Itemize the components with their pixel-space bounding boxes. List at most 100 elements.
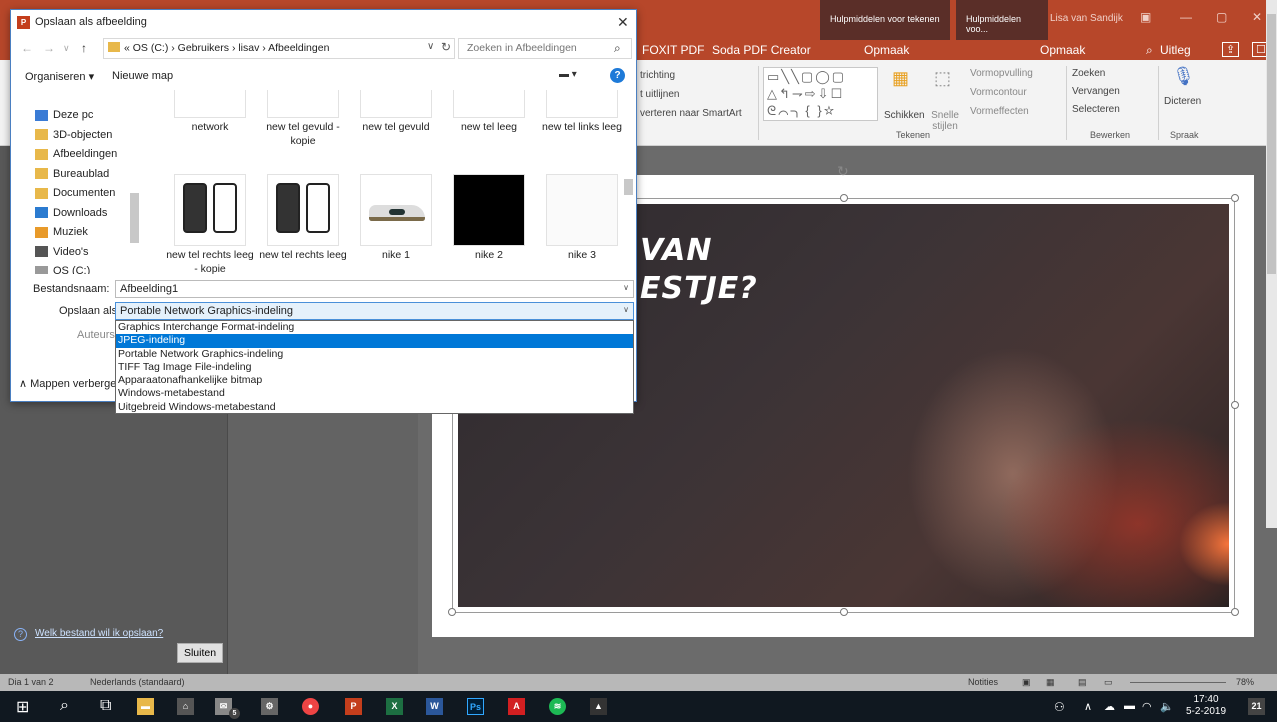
- context-tab-picture-tools[interactable]: Hulpmiddelen voo...: [956, 0, 1048, 40]
- arrange-button[interactable]: Schikken: [884, 110, 925, 121]
- notes-button[interactable]: Notities: [968, 677, 998, 687]
- normal-view-icon[interactable]: ▣: [1022, 677, 1031, 688]
- clock[interactable]: 17:40 5-2-2019: [1186, 694, 1226, 718]
- sorter-view-icon[interactable]: ▦: [1046, 677, 1055, 688]
- address-bar[interactable]: « OS (C:) › Gebruikers › lisav › Afbeeld…: [103, 38, 455, 59]
- file-item[interactable]: nike 3: [536, 174, 628, 262]
- onedrive-icon[interactable]: ☁: [1104, 700, 1115, 713]
- share-icon[interactable]: ⇪: [1222, 42, 1240, 57]
- resize-handle-bottom[interactable]: [840, 608, 848, 616]
- file-item[interactable]: new tel rechts leeg - kopie: [164, 174, 256, 274]
- navigation-scrollbar[interactable]: [128, 90, 140, 274]
- help-link[interactable]: Welk bestand wil ik opslaan?: [35, 628, 163, 639]
- file-item[interactable]: nike 2: [443, 174, 535, 262]
- language-indicator[interactable]: Nederlands (standaard): [90, 677, 185, 687]
- nav-item[interactable]: OS (C:): [35, 265, 90, 274]
- nav-item[interactable]: 3D-objecten: [35, 129, 112, 141]
- file-list[interactable]: network new tel gevuld - kopie new tel gev…: [146, 90, 636, 274]
- minimize-button[interactable]: —: [1180, 10, 1192, 24]
- tab-format-drawing[interactable]: Opmaak: [864, 43, 909, 57]
- filetype-dropdown-list[interactable]: Graphics Interchange Format-indeling JPEG…: [115, 320, 634, 414]
- people-icon[interactable]: ⚇: [1054, 700, 1065, 714]
- chevron-down-icon[interactable]: ∨: [427, 41, 434, 52]
- nav-item[interactable]: Muziek: [35, 226, 88, 238]
- align-text-button[interactable]: t uitlijnen: [640, 89, 679, 100]
- refresh-icon[interactable]: ↻: [441, 40, 451, 54]
- search-icon[interactable]: ⌕: [60, 697, 69, 715]
- photoshop-icon[interactable]: Ps: [467, 698, 484, 715]
- windows-start-icon[interactable]: ⊞: [16, 697, 29, 717]
- search-icon[interactable]: ⌕: [614, 41, 621, 56]
- select-button[interactable]: Selecteren: [1072, 104, 1120, 115]
- file-item[interactable]: new tel gevuld: [350, 90, 442, 134]
- nav-item[interactable]: Deze pc: [35, 109, 93, 121]
- quick-styles-button[interactable]: Snelle stijlen: [928, 110, 962, 132]
- notifications-icon[interactable]: 21: [1248, 698, 1265, 715]
- file-item[interactable]: nike 1: [350, 174, 442, 262]
- close-button[interactable]: Sluiten: [177, 643, 223, 663]
- filetype-option[interactable]: JPEG-indeling: [116, 334, 633, 348]
- view-options-icon[interactable]: ▬ ▾: [559, 69, 577, 80]
- filetype-option[interactable]: Graphics Interchange Format-indeling: [116, 321, 633, 334]
- word-icon[interactable]: W: [426, 698, 443, 715]
- file-list-scrollbar-thumb[interactable]: [624, 179, 633, 195]
- acrobat-icon[interactable]: A: [508, 698, 525, 715]
- tab-foxit-pdf[interactable]: FOXIT PDF: [642, 43, 704, 57]
- navigation-pane[interactable]: Deze pc 3D-objecten Afbeeldingen Bureaublad…: [11, 90, 143, 274]
- tray-expand-icon[interactable]: ∧: [1084, 700, 1092, 713]
- tab-format-picture[interactable]: Opmaak: [1040, 43, 1085, 57]
- filetype-option[interactable]: Apparaatonafhankelijke bitmap: [116, 374, 633, 387]
- filetype-option[interactable]: Windows-metabestand: [116, 387, 633, 400]
- zoom-slider[interactable]: [1130, 682, 1226, 683]
- dialog-close-icon[interactable]: ✕: [617, 14, 629, 31]
- close-window-button[interactable]: ✕: [1252, 10, 1262, 24]
- nav-item[interactable]: Bureaublad: [35, 168, 109, 180]
- context-tab-drawing-tools[interactable]: Hulpmiddelen voor tekenen: [820, 0, 950, 40]
- shapes-gallery[interactable]: ▭╲╲▢◯▢ △↰⇁⇨⇩☐ ᘓ⌒╮{ }☆: [763, 67, 878, 121]
- forward-arrow-icon[interactable]: →: [43, 41, 55, 55]
- shape-effects-button[interactable]: Vormeffecten: [970, 106, 1029, 117]
- slideshow-view-icon[interactable]: ▭: [1104, 677, 1113, 688]
- ribbon-display-icon[interactable]: ▣: [1140, 10, 1151, 24]
- file-item[interactable]: new tel rechts leeg: [257, 174, 349, 262]
- nav-item[interactable]: Downloads: [35, 207, 107, 219]
- spotify-icon[interactable]: ≋: [549, 698, 566, 715]
- reading-view-icon[interactable]: ▤: [1078, 677, 1087, 688]
- chrome-icon[interactable]: ●: [302, 698, 319, 715]
- powerpoint-icon[interactable]: P: [345, 698, 362, 715]
- new-folder-button[interactable]: Nieuwe map: [112, 70, 173, 82]
- chevron-down-icon[interactable]: ∨: [623, 305, 629, 314]
- resize-handle-top[interactable]: [840, 194, 848, 202]
- file-explorer-icon[interactable]: ▬: [137, 698, 154, 715]
- task-view-icon[interactable]: ⧉: [100, 697, 111, 715]
- store-icon[interactable]: ⌂: [177, 698, 194, 715]
- filetype-select[interactable]: Portable Network Graphics-indeling ∨: [115, 302, 634, 320]
- maximize-button[interactable]: ▢: [1216, 10, 1227, 24]
- organize-button[interactable]: Organiseren ▾: [25, 70, 94, 83]
- filetype-option[interactable]: TIFF Tag Image File-indeling: [116, 361, 633, 374]
- shape-outline-button[interactable]: Vormcontour: [970, 87, 1027, 98]
- resize-handle-bottom-left[interactable]: [448, 608, 456, 616]
- filetype-option[interactable]: Portable Network Graphics-indeling: [116, 348, 633, 361]
- convert-smartart-button[interactable]: verteren naar SmartArt: [640, 108, 742, 119]
- file-item[interactable]: network: [164, 90, 256, 134]
- text-direction-button[interactable]: trichting: [640, 70, 675, 81]
- nav-item[interactable]: Documenten: [35, 187, 115, 199]
- search-box[interactable]: ⌕: [458, 38, 632, 59]
- battery-icon[interactable]: ▬: [1124, 700, 1135, 712]
- back-arrow-icon[interactable]: ←: [21, 41, 33, 55]
- file-item[interactable]: new tel leeg: [443, 90, 535, 134]
- recent-dropdown-icon[interactable]: ∨: [63, 43, 70, 54]
- search-input[interactable]: [467, 42, 607, 54]
- nav-item[interactable]: Video's: [35, 246, 89, 258]
- replace-button[interactable]: Vervangen: [1072, 86, 1120, 97]
- user-name[interactable]: Lisa van Sandijk: [1050, 13, 1123, 24]
- resize-handle-bottom-right[interactable]: [1231, 608, 1239, 616]
- shape-fill-button[interactable]: Vormopvulling: [970, 68, 1033, 79]
- nav-item[interactable]: Afbeeldingen: [35, 148, 117, 160]
- rotate-handle-icon[interactable]: ↻: [837, 163, 849, 180]
- file-item[interactable]: new tel links leeg: [536, 90, 628, 134]
- help-icon[interactable]: ?: [610, 68, 625, 83]
- resize-handle-right[interactable]: [1231, 401, 1239, 409]
- slide-scrollbar-thumb[interactable]: [1267, 14, 1276, 274]
